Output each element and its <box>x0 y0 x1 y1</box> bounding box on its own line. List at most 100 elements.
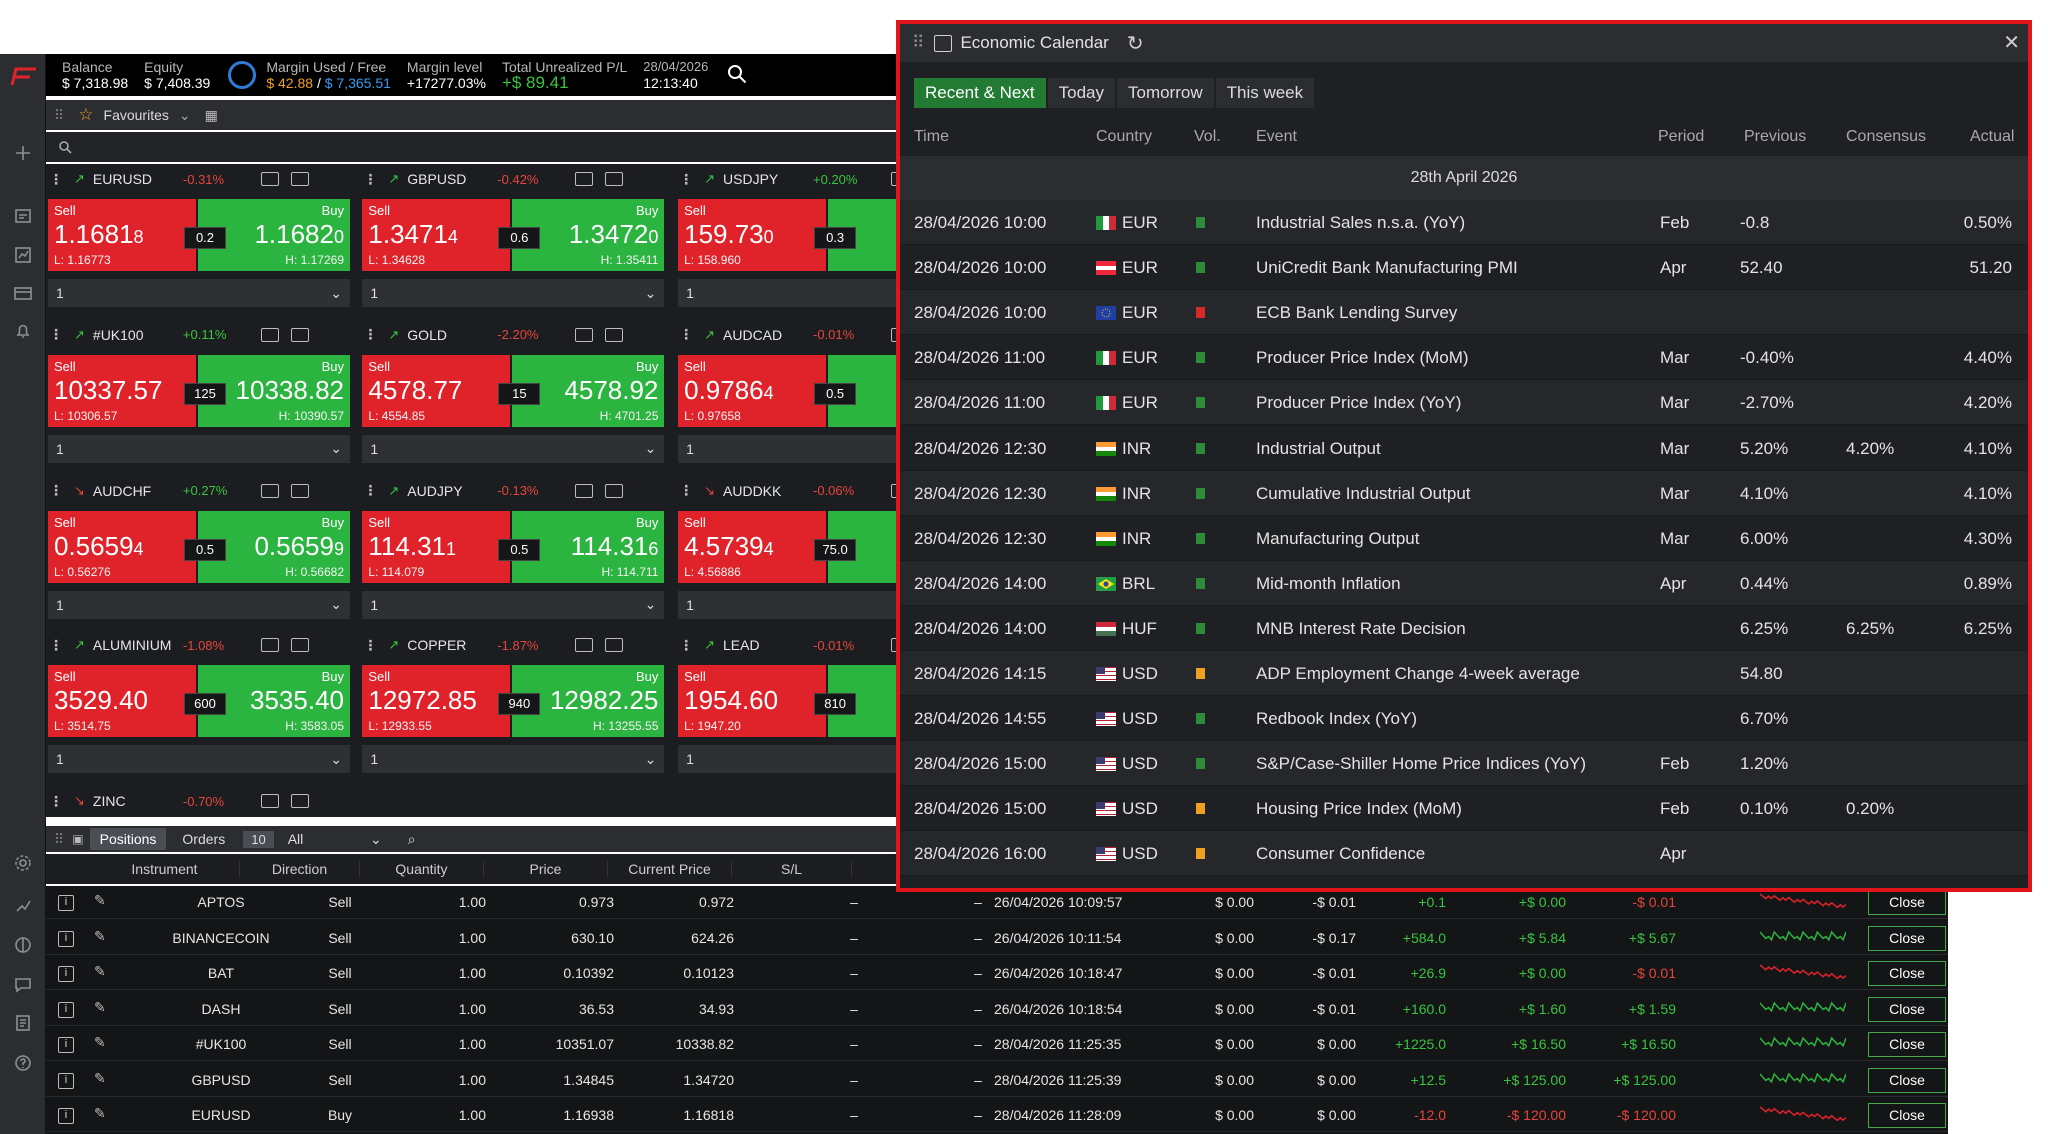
sell-button[interactable]: Sell 159.730 L: 158.960 <box>678 199 827 271</box>
quantity-selector[interactable]: 1⌄ <box>678 745 896 774</box>
chart-icon[interactable] <box>290 638 309 653</box>
edit-icon[interactable]: ✎ <box>94 892 106 909</box>
close-position-button[interactable]: Close <box>1868 1103 1946 1128</box>
instrument-symbol[interactable]: LEAD <box>723 637 813 653</box>
instrument-symbol[interactable]: AUDCHF <box>93 483 183 499</box>
calendar-event-row[interactable]: 28/04/2026 14:00 BRL Mid-month Inflation Ap… <box>900 560 2028 606</box>
sell-button[interactable]: Sell 0.97864 L: 0.97658 <box>678 354 827 427</box>
sell-button[interactable]: Sell 1.34714 L: 1.34628 <box>362 199 511 271</box>
quantity-selector[interactable]: 1⌄ <box>678 434 896 463</box>
analysis-icon[interactable] <box>0 890 46 920</box>
more-menu-icon[interactable]: ⋮ <box>362 171 378 188</box>
chevron-down-icon[interactable]: ⌄ <box>645 751 657 768</box>
instrument-symbol[interactable]: ZINC <box>93 793 183 809</box>
sell-button[interactable]: Sell 1954.60 L: 1947.20 <box>678 665 827 738</box>
new-order-icon[interactable] <box>0 202 46 232</box>
order-ticket-icon[interactable] <box>575 638 594 653</box>
col-previous[interactable]: Previous <box>1744 128 1806 146</box>
contrast-icon[interactable] <box>0 930 46 960</box>
chevron-down-icon[interactable]: ⌄ <box>330 596 342 613</box>
chart-icon[interactable] <box>605 638 624 653</box>
edit-icon[interactable]: ✎ <box>94 1070 106 1087</box>
sell-button[interactable]: Sell 4.57394 L: 4.56886 <box>678 510 827 583</box>
col-event[interactable]: Event <box>1256 128 1297 146</box>
col-actual[interactable]: Actual <box>1970 128 2014 146</box>
sell-button[interactable]: Sell 4578.77 L: 4554.85 <box>362 354 511 427</box>
more-menu-icon[interactable]: ⋮ <box>48 793 64 810</box>
instrument-symbol[interactable]: AUDCAD <box>723 327 813 343</box>
tab-recent-next[interactable]: Recent & Next <box>914 78 1046 108</box>
calendar-event-row[interactable]: 28/04/2026 15:00 USD S&P/Case-Shiller Home… <box>900 741 2028 787</box>
calendar-event-row[interactable]: 28/04/2026 11:00 EUR Producer Price Index … <box>900 380 2028 426</box>
chart-icon[interactable] <box>290 327 309 342</box>
instrument-symbol[interactable]: GBPUSD <box>407 171 497 187</box>
more-menu-icon[interactable]: ⋮ <box>678 482 694 499</box>
info-icon[interactable]: i <box>58 966 74 982</box>
tab-positions[interactable]: Positions <box>89 828 167 850</box>
favourites-selector[interactable]: Favourites <box>104 107 169 123</box>
col-consensus[interactable]: Consensus <box>1846 128 1926 146</box>
calendar-event-row[interactable]: 28/04/2026 15:00 USD Housing Price Index (… <box>900 786 2028 832</box>
close-icon[interactable]: ✕ <box>2003 30 2020 55</box>
col-vol[interactable]: Vol. <box>1194 128 1221 146</box>
calendar-event-row[interactable]: 28/04/2026 16:00 USD Consumer Confidence Ap… <box>900 831 2028 877</box>
instrument-symbol[interactable]: USDJPY <box>723 171 813 187</box>
chart-icon[interactable] <box>605 483 624 498</box>
edit-icon[interactable]: ✎ <box>94 999 106 1016</box>
order-ticket-icon[interactable] <box>260 327 279 342</box>
help-icon[interactable] <box>0 1048 46 1078</box>
close-position-button[interactable]: Close <box>1868 890 1946 915</box>
chart-icon[interactable] <box>290 483 309 498</box>
col-time[interactable]: Time <box>914 128 949 146</box>
instrument-symbol[interactable]: GOLD <box>407 327 497 343</box>
instrument-symbol[interactable]: AUDDKK <box>723 483 813 499</box>
instrument-symbol[interactable]: ALUMINIUM <box>93 637 183 653</box>
instrument-symbol[interactable]: AUDJPY <box>407 483 497 499</box>
close-position-button[interactable]: Close <box>1868 1032 1946 1057</box>
drag-handle-icon[interactable]: ⠿ <box>54 107 64 124</box>
chevron-down-icon[interactable]: ⌄ <box>330 751 342 768</box>
info-icon[interactable]: i <box>58 1072 74 1089</box>
calendar-event-row[interactable]: 28/04/2026 14:00 HUF MNB Interest Rate Dec… <box>900 606 2028 651</box>
edit-icon[interactable]: ✎ <box>94 928 106 945</box>
instrument-symbol[interactable]: #UK100 <box>93 327 183 343</box>
order-ticket-icon[interactable] <box>260 794 279 809</box>
order-ticket-icon[interactable] <box>575 327 594 342</box>
quantity-selector[interactable]: 1⌄ <box>678 279 896 307</box>
calendar-event-row[interactable]: 28/04/2026 11:00 EUR Producer Price Index … <box>900 335 2028 381</box>
drag-handle-icon[interactable]: ⠿ <box>54 831 64 848</box>
calendar-event-row[interactable]: 28/04/2026 10:00 EUR UniCredit Bank Manufa… <box>900 245 2028 291</box>
calendar-event-row[interactable]: 28/04/2026 12:30 INR Industrial Output Mar 5… <box>900 426 2028 471</box>
more-menu-icon[interactable]: ⋮ <box>362 482 378 499</box>
more-menu-icon[interactable]: ⋮ <box>678 326 694 343</box>
order-ticket-icon[interactable] <box>260 172 279 186</box>
order-ticket-icon[interactable] <box>260 638 279 653</box>
quantity-selector[interactable]: 1⌄ <box>48 590 350 619</box>
chat-icon[interactable] <box>0 970 46 1000</box>
close-position-button[interactable]: Close <box>1868 1067 1946 1093</box>
chart-icon[interactable] <box>605 327 624 342</box>
order-ticket-icon[interactable] <box>575 483 594 498</box>
more-menu-icon[interactable]: ⋮ <box>362 637 378 654</box>
close-position-button[interactable]: Close <box>1868 996 1946 1022</box>
instrument-symbol[interactable]: EURUSD <box>93 171 183 187</box>
col-country[interactable]: Country <box>1096 128 1152 146</box>
refresh-icon[interactable]: ↻ <box>1127 31 1144 56</box>
order-ticket-icon[interactable] <box>575 172 594 186</box>
more-menu-icon[interactable]: ⋮ <box>678 637 694 654</box>
more-menu-icon[interactable]: ⋮ <box>48 482 64 499</box>
calendar-title-bar[interactable]: ⠿ Economic Calendar ↻ ✕ <box>900 24 2028 62</box>
more-menu-icon[interactable]: ⋮ <box>678 171 694 188</box>
sell-button[interactable]: Sell 114.311 L: 114.079 <box>362 510 511 583</box>
sell-button[interactable]: Sell 3529.40 L: 3514.75 <box>48 665 196 738</box>
order-ticket-icon[interactable] <box>260 483 279 498</box>
chevron-down-icon[interactable]: ⌄ <box>330 285 342 302</box>
sell-button[interactable]: Sell 12972.85 L: 12933.55 <box>362 665 511 738</box>
quantity-selector[interactable]: 1⌄ <box>362 434 665 463</box>
calendar-event-row[interactable]: 28/04/2026 14:15 USD ADP Employment Change… <box>900 651 2028 696</box>
quantity-selector[interactable]: 1⌄ <box>678 590 896 619</box>
close-position-button[interactable]: Close <box>1868 961 1946 986</box>
chart-icon[interactable] <box>290 172 309 186</box>
calendar-event-row[interactable]: 28/04/2026 12:30 INR Manufacturing Output M… <box>900 516 2028 561</box>
more-menu-icon[interactable]: ⋮ <box>362 326 378 343</box>
